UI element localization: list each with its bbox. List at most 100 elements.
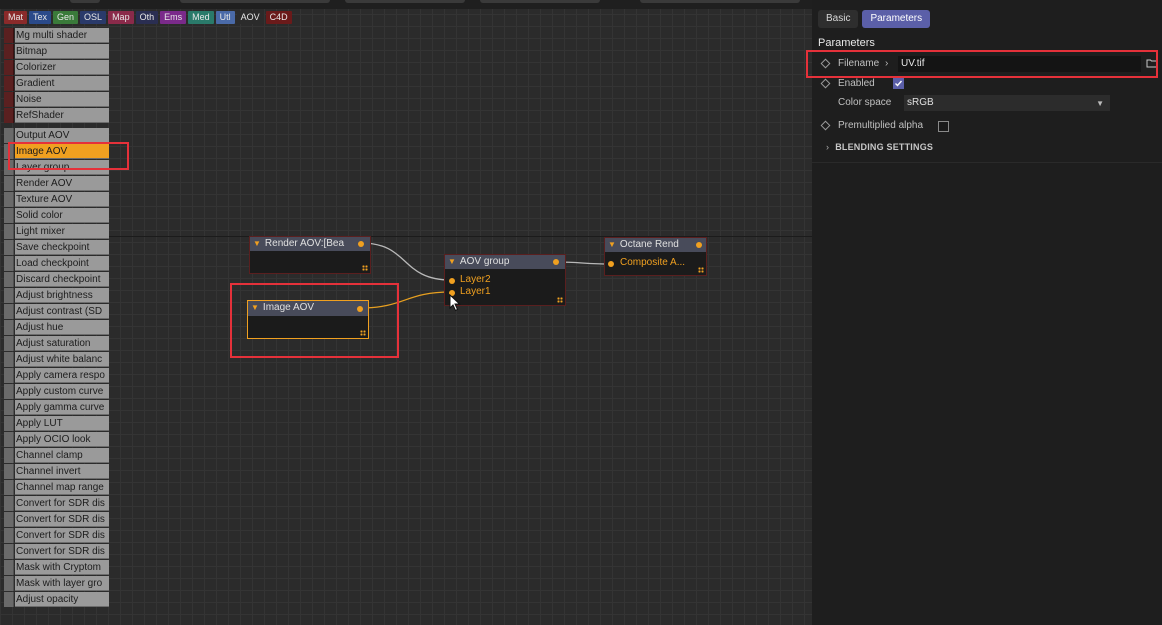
collapse-triangle-icon[interactable]: ▼ (448, 257, 456, 266)
list-item-swatch (4, 400, 14, 415)
node-render-aov-title: Render AOV:[Bea (264, 238, 345, 249)
category-tab-ems[interactable]: Ems (160, 11, 187, 24)
list-item[interactable]: Layer group (4, 160, 109, 176)
list-item-label: Gradient (15, 76, 109, 91)
node-image-aov[interactable]: ▼ Image AOV (247, 300, 369, 339)
keyframe-diamond-icon[interactable] (820, 58, 831, 69)
category-tab-osl[interactable]: OSL (80, 11, 107, 24)
list-item[interactable]: Bitmap (4, 44, 109, 60)
list-item[interactable]: Channel clamp (4, 448, 109, 464)
layer2-input-port[interactable] (449, 278, 455, 284)
list-item[interactable]: Apply custom curve (4, 384, 109, 400)
list-item[interactable]: Adjust hue (4, 320, 109, 336)
list-item-selected[interactable]: Image AOV (4, 144, 109, 160)
color-space-select[interactable]: sRGB ▼ (904, 95, 1110, 111)
list-item-label: Adjust hue (15, 320, 109, 335)
list-item[interactable]: Convert for SDR dis (4, 528, 109, 544)
enabled-checkbox[interactable] (893, 78, 904, 89)
list-item-swatch (4, 384, 14, 399)
list-item[interactable]: Apply OCIO look (4, 432, 109, 448)
resize-grip-icon[interactable] (360, 330, 366, 336)
filename-field[interactable]: UV.tif (898, 56, 1141, 72)
composite-input-port[interactable] (608, 261, 614, 267)
list-item[interactable]: Noise (4, 92, 109, 108)
collapse-triangle-icon[interactable]: ▼ (251, 303, 259, 312)
node-image-aov-header[interactable]: ▼ Image AOV (248, 301, 368, 316)
top-strip (0, 0, 812, 9)
node-octane-render[interactable]: ▼ Octane Rend Composite A... (604, 237, 707, 276)
list-item-swatch (4, 92, 14, 107)
resize-grip-icon[interactable] (698, 267, 704, 273)
list-item[interactable]: Mask with layer gro (4, 576, 109, 592)
color-space-label: Color space (838, 97, 892, 108)
render-aov-output-port[interactable] (358, 241, 364, 247)
collapse-triangle-icon[interactable]: ▼ (608, 240, 616, 249)
category-tab-oth[interactable]: Oth (135, 11, 159, 24)
node-editor-canvas[interactable] (0, 0, 812, 625)
folder-icon[interactable] (1146, 57, 1158, 69)
list-item[interactable]: Apply LUT (4, 416, 109, 432)
resize-grip-icon[interactable] (557, 297, 563, 303)
list-item-swatch (4, 464, 14, 479)
list-item-label: Adjust contrast (SD (15, 304, 109, 319)
octane-render-output-port[interactable] (696, 242, 702, 248)
color-space-row: Color space sRGB ▼ (818, 94, 1118, 112)
image-aov-output-port[interactable] (357, 306, 363, 312)
list-item[interactable]: Render AOV (4, 176, 109, 192)
list-item[interactable]: Adjust saturation (4, 336, 109, 352)
collapse-triangle-icon[interactable]: ▼ (253, 239, 261, 248)
list-item[interactable]: Texture AOV (4, 192, 109, 208)
list-item[interactable]: Apply camera respo (4, 368, 109, 384)
list-item[interactable]: Mg multi shader (4, 28, 109, 44)
category-tab-utl[interactable]: Utl (215, 11, 235, 24)
list-item[interactable]: Light mixer (4, 224, 109, 240)
list-item[interactable]: Solid color (4, 208, 109, 224)
tab-basic[interactable]: Basic (818, 10, 859, 28)
resize-grip-icon[interactable] (362, 265, 368, 271)
premultiplied-checkbox[interactable] (938, 121, 949, 132)
list-item-label: Channel clamp (15, 448, 109, 463)
list-item[interactable]: Channel invert (4, 464, 109, 480)
category-tab-mat[interactable]: Mat (4, 11, 28, 24)
list-item[interactable]: Convert for SDR dis (4, 544, 109, 560)
list-item[interactable]: Save checkpoint (4, 240, 109, 256)
node-octane-render-header[interactable]: ▼ Octane Rend (605, 238, 706, 252)
list-item[interactable]: Discard checkpoint (4, 272, 109, 288)
list-item[interactable]: Gradient (4, 76, 109, 92)
blending-settings-section[interactable]: › BLENDING SETTINGS (826, 142, 933, 152)
list-item[interactable]: Adjust white balanc (4, 352, 109, 368)
node-aov-group-header[interactable]: ▼ AOV group (445, 255, 565, 269)
node-render-aov-header[interactable]: ▼ Render AOV:[Bea (250, 237, 370, 251)
node-render-aov[interactable]: ▼ Render AOV:[Bea (249, 236, 371, 274)
keyframe-diamond-icon[interactable] (820, 120, 831, 131)
category-tab-tex[interactable]: Tex (29, 11, 52, 24)
list-item[interactable]: Colorizer (4, 60, 109, 76)
aov-group-output-port[interactable] (553, 259, 559, 265)
category-tab-aov[interactable]: AOV (236, 11, 264, 24)
category-tab-gen[interactable]: Gen (53, 11, 79, 24)
list-item[interactable]: Apply gamma curve (4, 400, 109, 416)
list-item-label: Output AOV (15, 128, 109, 143)
node-aov-group[interactable]: ▼ AOV group Layer2 Layer1 (444, 254, 566, 306)
list-item[interactable]: Adjust opacity (4, 592, 109, 608)
list-item[interactable]: Load checkpoint (4, 256, 109, 272)
list-item[interactable]: Output AOV (4, 128, 109, 144)
panel-tabs: Basic Parameters (818, 10, 931, 28)
list-item[interactable]: Convert for SDR dis (4, 496, 109, 512)
list-item-swatch (4, 208, 14, 223)
list-item[interactable]: RefShader (4, 108, 109, 124)
list-item[interactable]: Adjust brightness (4, 288, 109, 304)
tab-parameters[interactable]: Parameters (862, 10, 931, 28)
list-item[interactable]: Adjust contrast (SD (4, 304, 109, 320)
keyframe-diamond-icon[interactable] (820, 78, 831, 89)
composite-pin-label: Composite A... (620, 257, 686, 268)
list-item[interactable]: Channel map range (4, 480, 109, 496)
list-item[interactable]: Convert for SDR dis (4, 512, 109, 528)
category-tab-med[interactable]: Med (188, 11, 214, 24)
list-item[interactable]: Mask with Cryptom (4, 560, 109, 576)
category-tab-map[interactable]: Map (108, 11, 134, 24)
expand-chevron-icon[interactable]: › (885, 55, 888, 73)
category-tab-c4d[interactable]: C4D (265, 11, 292, 24)
filename-row: Filename › UV.tif (818, 55, 1158, 73)
node-list-aov-group: Output AOV Image AOV Layer group Render AOV… (4, 128, 109, 608)
